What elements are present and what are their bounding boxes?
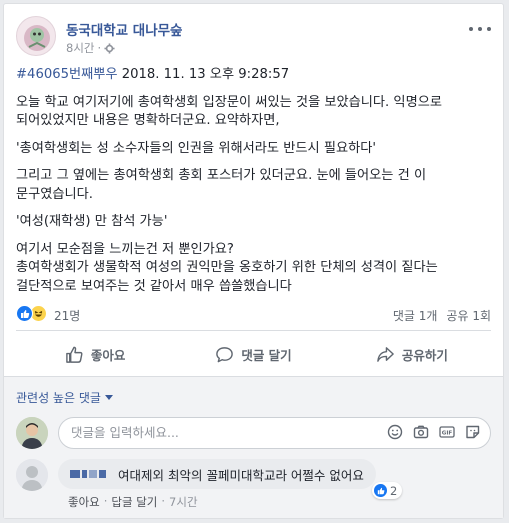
page-name-link[interactable]: 동국대학교 대나무숲: [66, 19, 182, 39]
comment-reaction-count[interactable]: 2: [372, 482, 403, 499]
page-avatar[interactable]: [16, 16, 56, 56]
comment-sort-dropdown[interactable]: 관련성 높은 댓글: [16, 389, 113, 406]
meta-separator: ·: [97, 41, 102, 55]
gif-icon[interactable]: GIF: [439, 424, 455, 440]
comments-section: 관련성 높은 댓글 댓글을 입력하세요... GIF 여대제외 최악의 꼴페미대…: [4, 376, 503, 518]
commenter-avatar[interactable]: [16, 459, 48, 491]
comment-text: 여대제외 최악의 꼴페미대학교라 어쩔수 없어요: [118, 467, 364, 483]
post-paragraph: 오늘 학교 여기저기에 총여학생회 입장문이 써있는 것을 보았습니다. 익명으…: [16, 94, 442, 129]
reactions-bar: 21명 댓글 1개 공유 1회: [16, 304, 491, 326]
comment-like-link[interactable]: 좋아요: [68, 494, 100, 510]
camera-icon[interactable]: [413, 424, 429, 440]
post-meta: 8시간 ·: [66, 40, 115, 56]
comment-bubble-icon: [216, 346, 234, 362]
svg-text:GIF: GIF: [442, 431, 453, 437]
separator: ·: [103, 494, 108, 508]
post-paragraph: 여기서 모순점을 느끼는건 저 뿐인가요? 총여학생회가 생물학적 여성의 권익…: [16, 241, 438, 294]
comment-input-tools: GIF: [387, 424, 481, 440]
share-count[interactable]: 공유 1회: [446, 307, 491, 324]
share-arrow-icon: [377, 346, 394, 362]
like-reaction-icon: [16, 305, 33, 322]
post-date-line: #46065번째뿌우 2018. 11. 13 오후 9:28:57: [16, 66, 491, 85]
post-date: 2018. 11. 13 오후 9:28:57: [117, 67, 290, 82]
comment-like-count: 2: [390, 483, 398, 498]
post-actions: 좋아요 댓글 달기 공유하기: [16, 337, 491, 371]
more-options-icon[interactable]: [469, 22, 491, 36]
comment-time[interactable]: 7시간: [169, 494, 197, 510]
share-label: 공유하기: [401, 347, 448, 363]
emoji-icon[interactable]: [387, 424, 403, 440]
post-time[interactable]: 8시간: [66, 40, 94, 56]
comment-actions: 좋아요 · 답글 달기 · 7시간: [68, 494, 198, 510]
comment-label: 댓글 달기: [241, 347, 292, 363]
gear-icon[interactable]: [104, 42, 115, 54]
divider: [16, 330, 491, 331]
post-paragraph: 그리고 그 옆에는 총여학생회 총회 포스터가 있더군요. 눈에 들어오는 건 …: [16, 168, 427, 202]
like-button[interactable]: 좋아요: [16, 337, 174, 371]
comment-bubble: 여대제외 최악의 꼴페미대학교라 어쩔수 없어요: [58, 459, 376, 489]
post-paragraph: '여성(재학생) 만 참석 가능': [16, 214, 168, 229]
post-body: #46065번째뿌우 2018. 11. 13 오후 9:28:57 오늘 학교…: [16, 66, 491, 305]
caret-down-icon: [104, 395, 113, 400]
like-reaction-icon: [374, 484, 387, 497]
share-button[interactable]: 공유하기: [333, 337, 491, 371]
sort-label: 관련성 높은 댓글: [16, 391, 101, 405]
reaction-icons[interactable]: [16, 305, 47, 322]
hashtag-link[interactable]: #46065번째뿌우: [16, 67, 118, 82]
separator: ·: [161, 494, 166, 508]
sticker-icon[interactable]: [465, 424, 481, 440]
thumbs-up-icon: [66, 346, 83, 363]
comment-item: 여대제외 최악의 꼴페미대학교라 어쩔수 없어요 2 좋아요 · 답글 달기 ·…: [16, 459, 491, 509]
comment-composer: 댓글을 입력하세요... GIF: [16, 417, 491, 451]
post-paragraph: '총여학생회는 성 소수자들의 인권을 위해서라도 반드시 필요하다': [16, 140, 376, 156]
reaction-count[interactable]: 21명: [54, 307, 80, 324]
post-stats: 댓글 1개 공유 1회: [393, 307, 491, 324]
comment-reply-link[interactable]: 답글 달기: [111, 494, 157, 510]
commenter-name-redacted[interactable]: [70, 469, 110, 479]
comment-count[interactable]: 댓글 1개: [393, 307, 438, 324]
like-label: 좋아요: [90, 347, 126, 363]
post-card: 동국대학교 대나무숲 8시간 · #46065번째뿌우 2018. 11. 13…: [3, 3, 504, 519]
comment-button[interactable]: 댓글 달기: [174, 337, 332, 371]
post-header: 동국대학교 대나무숲 8시간 ·: [16, 16, 491, 60]
user-avatar[interactable]: [16, 417, 48, 449]
